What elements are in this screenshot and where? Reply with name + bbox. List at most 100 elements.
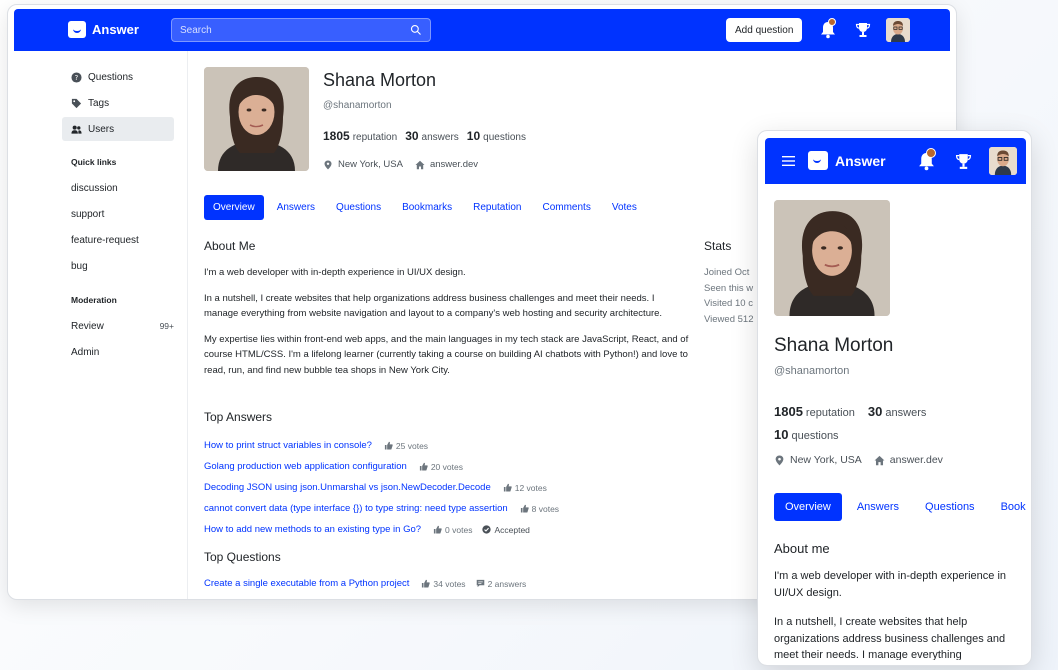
review-count-badge: 99+ [159,321,174,331]
map-pin-icon [324,160,332,169]
mobile-window: Answer Shana Morton @shanamorton 1805 rep… [757,130,1032,666]
sidebar-item-admin[interactable]: Admin [62,339,174,365]
quick-link-discussion[interactable]: discussion [62,175,174,201]
sidebar-item-label: Users [88,123,115,135]
trophy-icon[interactable] [955,153,972,170]
vote-count: 8 votes [520,504,559,514]
answer-link[interactable]: How to print struct variables in console… [204,440,372,451]
sidebar-item-users[interactable]: Users [62,117,174,141]
answer-link[interactable]: Golang production web application config… [204,461,407,472]
answer-logo-icon [808,151,828,170]
users-icon [71,125,82,134]
comment-icon [476,579,484,588]
profile-meta: New York, USA answer.dev [323,159,478,170]
questions-label: questions [791,430,839,442]
reputation-stat: 1805 reputation [774,404,855,419]
map-pin-icon [775,455,784,465]
answer-link[interactable]: cannot convert data (type interface {}) … [204,503,508,514]
question-row: Create a single executable from a Python… [204,573,536,594]
website[interactable]: answer.dev [415,159,478,170]
answer-link[interactable]: Decoding JSON using json.Unmarshal vs js… [204,482,491,493]
profile-name: Shana Morton [774,335,894,356]
tab-answers[interactable]: Answers [268,195,324,220]
vote-count: 0 votes [433,525,472,535]
user-avatar[interactable] [886,18,910,42]
stat-line: Viewed 512 [704,313,754,325]
top-answers-list: How to print struct variables in console… [204,435,724,540]
quick-link-label: discussion [71,182,118,194]
search-icon[interactable] [410,24,422,36]
website-link[interactable]: answer.dev [430,159,478,170]
questions-value: 10 [466,129,481,143]
profile-photo [774,200,890,316]
sidebar-item-tags[interactable]: Tags [62,91,192,115]
answer-link[interactable]: How to add new methods to an existing ty… [204,524,421,535]
tab-comments[interactable]: Comments [533,195,599,220]
quick-link-bug[interactable]: bug [62,253,174,279]
stats-heading: Stats [704,239,732,253]
question-link[interactable]: Create a single executable from a Python… [204,578,409,589]
profile-photo [204,67,309,171]
reputation-value: 1805 [323,129,350,143]
accepted-text: Accepted [494,524,530,535]
check-circle-icon [482,525,492,534]
search-input[interactable] [180,24,410,36]
notification-badge [828,18,836,26]
tab-questions[interactable]: Questions [327,195,390,220]
answers-label: answers [885,407,927,419]
question-circle-icon: ? [71,71,82,83]
tab-overview[interactable]: Overview [774,493,842,521]
vote-count: 12 votes [503,483,547,493]
thumbs-up-icon [433,525,442,534]
tab-votes[interactable]: Votes [603,195,646,220]
website-link[interactable]: answer.dev [890,454,943,466]
notification-badge [926,148,936,158]
tab-reputation[interactable]: Reputation [464,195,530,220]
quick-link-support[interactable]: support [62,201,174,227]
reputation-label: reputation [352,132,398,143]
thumbs-up-icon [503,483,512,492]
about-me-text: I'm a web developer with in-depth experi… [204,265,689,388]
website[interactable]: answer.dev [874,454,943,466]
accepted-badge: Accepted [482,524,530,535]
about-paragraph: My expertise lies within front-end web a… [204,333,689,376]
stats-list: Joined Oct Seen this w Visited 10 c View… [704,265,762,327]
mobile-brand-logo[interactable]: Answer [808,151,886,170]
tab-bookmarks[interactable]: Book [990,493,1031,521]
sidebar-item-questions[interactable]: ? Questions [62,65,192,89]
tab-bookmarks[interactable]: Bookmarks [393,195,461,220]
svg-text:?: ? [75,73,79,81]
tab-questions[interactable]: Questions [914,493,986,521]
location: New York, USA [323,159,403,170]
answer-row: How to add new methods to an existing ty… [204,519,724,540]
quick-link-feature-request[interactable]: feature-request [62,227,174,253]
review-label: Review [71,320,104,332]
questions-value: 10 [774,427,789,442]
moderation-heading: Moderation [71,295,117,305]
thumbs-up-icon [384,441,393,450]
search-bar[interactable] [171,18,431,42]
answer-logo-icon [68,21,86,38]
profile-handle: @shanamorton [323,100,392,111]
about-me-text: I'm a web developer with in-depth experi… [774,568,1019,660]
user-avatar[interactable] [989,147,1017,175]
thumbs-up-icon [422,579,431,588]
top-answers-heading: Top Answers [204,410,273,424]
brand-logo[interactable]: Answer [68,21,139,38]
tab-answers[interactable]: Answers [846,493,910,521]
vote-count: 34 votes [421,579,466,589]
vote-count-text: 8 votes [531,503,560,514]
profile-name: Shana Morton [323,70,437,90]
reputation-label: reputation [805,407,855,419]
tag-icon [71,98,82,108]
hamburger-menu-icon[interactable] [782,155,795,167]
trophy-icon[interactable] [855,22,871,38]
location-text: New York, USA [338,159,403,170]
sidebar-item-review[interactable]: Review 99+ [62,313,174,339]
profile-stats: 1805 reputation 30 answers 10 questions [323,129,526,143]
stat-line: Joined Oct [704,267,750,278]
add-question-button[interactable]: Add question [726,18,803,42]
answer-row: cannot convert data (type interface {}) … [204,498,724,519]
tab-overview[interactable]: Overview [204,195,264,220]
about-paragraph: In a nutshell, I create websites that he… [204,292,663,320]
